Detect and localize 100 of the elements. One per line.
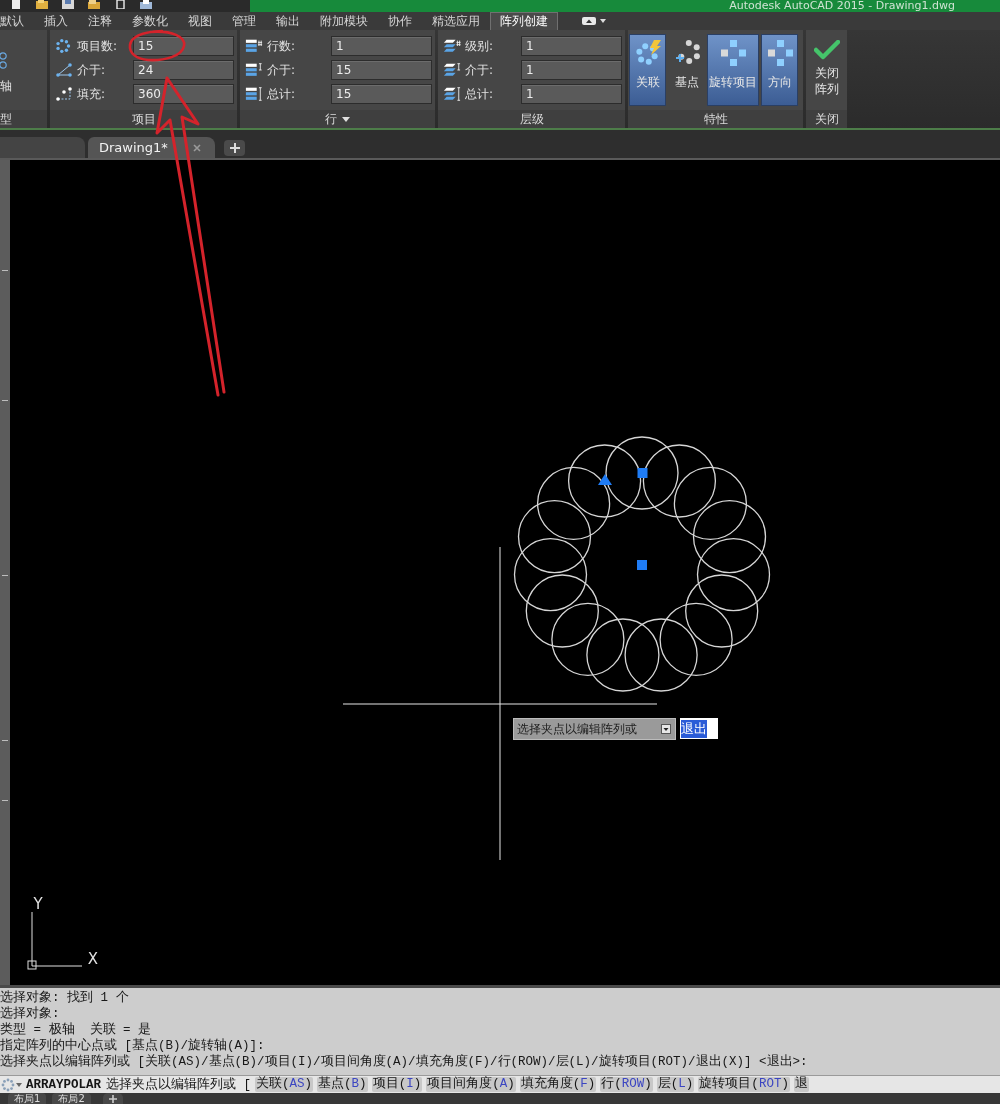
input-field[interactable]: 15 [331, 60, 432, 80]
layers-icon [443, 38, 461, 54]
history-line: 选择对象: 找到 1 个 [0, 990, 130, 1006]
command-prompt: 选择夹点以编辑阵列或 [ [106, 1076, 252, 1093]
command-name: ARRAYPOLAR [26, 1077, 101, 1092]
check-icon [813, 40, 840, 60]
window-title: Autodesk AutoCAD 2015 - Drawing1.dwg [729, 0, 955, 12]
option-link[interactable]: 退 [793, 1077, 809, 1092]
grip-square[interactable] [637, 468, 648, 478]
field-label: 级别: [465, 37, 495, 55]
field-label: 总计: [465, 85, 495, 103]
caret-icon [600, 19, 606, 23]
field-label: 介于: [267, 61, 297, 79]
folder-icon[interactable] [36, 0, 48, 9]
arc-icon [55, 86, 73, 102]
input-field[interactable]: 15 [133, 36, 234, 56]
field-label: 介于: [77, 61, 107, 79]
history-line: 指定阵列的中心点或 [基点(B)/旋转轴(A)]: [0, 1038, 266, 1054]
input-field[interactable]: 退出 [680, 718, 718, 739]
toggle-button[interactable]: 旋转项目 [707, 34, 759, 106]
option-link[interactable]: 行(ROW) [600, 1077, 653, 1092]
panel-title: 特性 [703, 110, 728, 128]
field-label: 介于: [465, 61, 495, 79]
panel-icon [582, 17, 596, 25]
ribbon-button[interactable]: 轴 [0, 30, 12, 95]
ribbon-tab[interactable]: 精选应用 [422, 12, 490, 30]
option-link[interactable]: 旋转项目(ROT) [698, 1077, 790, 1092]
option-link[interactable]: 关联(AS) [255, 1077, 314, 1092]
toggle-button[interactable]: 方向 [761, 34, 798, 106]
field-label: 项目数: [77, 37, 119, 55]
option-link[interactable]: 基点(B) [317, 1077, 368, 1092]
grip-square[interactable] [637, 560, 647, 570]
history-line: 选择对象: [0, 1006, 61, 1022]
ribbon-tab[interactable]: 默认 [0, 12, 34, 30]
option-link[interactable]: 填充角度(F) [519, 1077, 597, 1092]
new-layout-button[interactable] [102, 1093, 123, 1104]
new-file-icon[interactable] [10, 0, 22, 9]
ribbon-tab[interactable]: 阵列创建 [490, 12, 558, 30]
layout-tab[interactable]: 布局1 [8, 1093, 47, 1104]
toggle-button[interactable]: 关联 [629, 34, 666, 106]
history-line: 选择夹点以编辑阵列或 [关联(AS)/基点(B)/项目(I)/项目间角度(A)/填充角度(F)/行(ROW)/层(L)/旋转项目(ROT)/退出(X)] <退出>: [0, 1054, 809, 1070]
stacked-bars-icon [245, 86, 263, 102]
field-label: 总计: [267, 85, 297, 103]
dot-ring-icon [55, 38, 73, 54]
ribbon-tab[interactable]: 注释 [78, 12, 122, 30]
input-field[interactable]: 1 [521, 60, 622, 80]
toggle-button[interactable]: 基点 [668, 34, 705, 106]
input-field[interactable]: 24 [133, 60, 234, 80]
option-link[interactable]: 层(L) [656, 1077, 695, 1092]
ribbon-tab[interactable]: 视图 [178, 12, 222, 30]
panel-title: 项目 [131, 110, 156, 128]
stacked-bars-icon [245, 62, 263, 78]
panel-title: 层级 [519, 110, 544, 128]
save-icon[interactable] [62, 0, 74, 9]
caret-icon[interactable] [16, 1082, 22, 1087]
input-field[interactable]: 15 [331, 84, 432, 104]
option-link[interactable]: 项目间角度(A) [426, 1077, 516, 1092]
new-tab-button[interactable] [224, 140, 245, 156]
tooltip-text: 选择夹点以编辑阵列或 [517, 720, 637, 738]
history-line: 类型 = 极轴 关联 = 是 [0, 1022, 152, 1038]
input-field[interactable]: 1 [331, 36, 432, 56]
grip-triangle[interactable] [598, 474, 612, 485]
panel-title: 型 [0, 110, 12, 128]
angle-icon [55, 62, 73, 78]
input-field[interactable]: 1 [521, 36, 622, 56]
circles-icon [0, 52, 9, 70]
ribbon-tab[interactable]: 参数化 [122, 12, 178, 30]
ucs-y-label: Y [33, 895, 43, 913]
caret-icon[interactable] [342, 116, 350, 122]
panel-title: 行 [325, 110, 337, 128]
layout-tab[interactable]: 布局2 [52, 1093, 91, 1104]
ucs-x-label: X [87, 950, 99, 968]
dots-lightning-icon [633, 39, 662, 67]
layers-icon [443, 86, 461, 102]
input-field[interactable]: 360 [133, 84, 234, 104]
field-label: 填充: [77, 85, 107, 103]
ribbon-tab[interactable]: 协作 [378, 12, 422, 30]
ribbon-tab[interactable]: 插入 [34, 12, 78, 30]
squares-cross-icon [719, 39, 747, 67]
file-tab[interactable]: Drawing1* [88, 137, 215, 158]
dropdown-icon[interactable] [661, 724, 671, 734]
input-field[interactable]: 1 [521, 84, 622, 104]
close-icon[interactable] [193, 143, 201, 152]
option-link[interactable]: 项目(I) [371, 1077, 423, 1092]
field-label: 行数: [267, 37, 297, 55]
plus-icon [229, 143, 240, 153]
squares-cross-icon [765, 39, 794, 67]
layers-icon [443, 62, 461, 78]
ribbon-tab[interactable]: 管理 [222, 12, 266, 30]
document-icon[interactable] [114, 0, 126, 9]
dotted-circle-icon[interactable] [1, 1077, 15, 1092]
stacked-bars-icon [245, 38, 263, 54]
ribbon-tab[interactable]: 附加模块 [310, 12, 378, 30]
panel-title: 关闭 [814, 110, 839, 128]
plus-icon [108, 1094, 117, 1103]
ucs-icon [27, 911, 83, 970]
close-array-button[interactable]: 关闭阵列 [808, 34, 845, 106]
printer-icon[interactable] [140, 0, 152, 9]
ribbon-tab[interactable]: 输出 [266, 12, 310, 30]
folder-icon[interactable] [88, 0, 100, 9]
